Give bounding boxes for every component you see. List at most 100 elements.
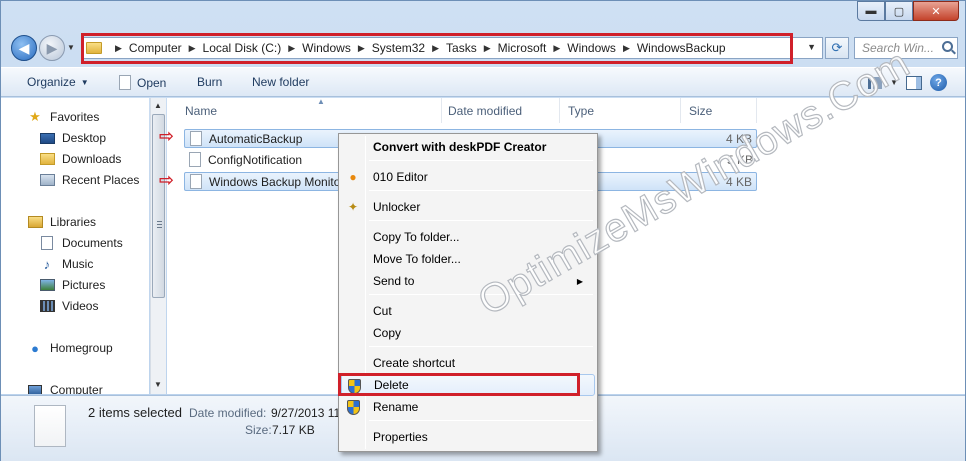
close-button[interactable]: ✕ xyxy=(913,1,959,21)
menu-label: Create shortcut xyxy=(373,356,456,370)
maximize-button[interactable]: ▢ xyxy=(885,1,913,21)
homegroup-icon: ● xyxy=(31,340,39,356)
explorer-window: ▬ ▢ ✕ ◀ ▶ ▼ ▶ Computer ▶ Local Disk (C:)… xyxy=(0,0,966,461)
organize-button[interactable]: Organize ▼ xyxy=(27,75,89,89)
menu-item-010-editor[interactable]: ● 010 Editor xyxy=(341,166,595,188)
maximize-icon: ▢ xyxy=(893,5,905,18)
burn-label: Burn xyxy=(197,75,223,89)
menu-label: Move To folder... xyxy=(373,252,461,266)
menu-item-unlocker[interactable]: ✦ Unlocker xyxy=(341,196,595,218)
minimize-button[interactable]: ▬ xyxy=(857,1,885,21)
red-arrow-icon: ⇨ xyxy=(159,170,175,190)
close-icon: ✕ xyxy=(931,5,941,18)
libraries-icon xyxy=(27,215,43,229)
nav-label: Libraries xyxy=(50,215,97,229)
view-controls: ▼ ? xyxy=(868,74,947,91)
navigation-pane: ★ Favorites Desktop Downloads Recent Pla… xyxy=(1,98,149,394)
nav-downloads[interactable]: Downloads xyxy=(39,152,121,166)
column-label: Name xyxy=(185,103,218,118)
menu-separator xyxy=(369,346,593,347)
chevron-down-icon[interactable]: ▼ xyxy=(890,78,898,87)
file-thumbnail-icon xyxy=(34,405,66,447)
nav-recent-places[interactable]: Recent Places xyxy=(39,173,139,187)
file-icon xyxy=(119,75,131,90)
menu-item-send-to[interactable]: Send to ▶ xyxy=(341,270,595,292)
menu-label: Send to xyxy=(373,274,415,288)
star-icon: ★ xyxy=(29,109,41,124)
address-history-dropdown[interactable]: ▼ xyxy=(807,42,816,52)
downloads-folder-icon xyxy=(39,152,55,166)
menu-item-copy[interactable]: Copy xyxy=(341,322,595,344)
file-size: 4 KB xyxy=(725,131,752,146)
view-options-icon[interactable] xyxy=(868,76,883,89)
nav-videos[interactable]: Videos xyxy=(39,299,98,313)
menu-item-cut[interactable]: Cut xyxy=(341,300,595,322)
file-icon xyxy=(189,152,201,167)
menu-item-properties[interactable]: Properties xyxy=(341,426,595,448)
size-value: 7.17 KB xyxy=(272,423,315,437)
file-name: ConfigNotification xyxy=(208,152,303,167)
menu-separator xyxy=(369,294,593,295)
help-icon[interactable]: ? xyxy=(930,74,947,91)
new-folder-button[interactable]: New folder xyxy=(252,75,309,89)
nav-libraries[interactable]: Libraries xyxy=(27,215,96,229)
column-header-type[interactable]: Type xyxy=(560,98,681,123)
column-header-size[interactable]: Size xyxy=(681,98,757,123)
refresh-icon: ⟳ xyxy=(831,40,843,55)
column-header-date[interactable]: Date modified xyxy=(440,98,560,123)
forward-button[interactable]: ▶ xyxy=(39,35,65,61)
wand-icon: ✦ xyxy=(347,200,359,214)
preview-pane-icon[interactable] xyxy=(906,75,922,90)
editor-icon: ● xyxy=(349,170,357,184)
desktop-icon xyxy=(39,131,55,145)
nav-label: Recent Places xyxy=(62,173,140,187)
grip-icon xyxy=(157,221,162,228)
recent-places-icon xyxy=(39,173,55,187)
nav-label: Favorites xyxy=(50,110,100,124)
nav-documents[interactable]: Documents xyxy=(39,236,123,250)
nav-favorites[interactable]: ★ Favorites xyxy=(27,109,100,124)
menu-item-convert-pdf[interactable]: Convert with deskPDF Creator xyxy=(341,136,595,158)
date-modified-value: 9/27/2013 11 xyxy=(271,406,341,420)
red-arrow-icon: ⇨ xyxy=(159,126,175,146)
file-name: Windows Backup Monitor xyxy=(209,174,345,189)
menu-label: Unlocker xyxy=(373,200,421,214)
chevron-down-icon: ▼ xyxy=(80,77,89,87)
recent-pages-dropdown[interactable]: ▼ xyxy=(67,43,75,52)
column-label: Type xyxy=(568,103,595,118)
scroll-down-icon[interactable]: ▼ xyxy=(154,380,162,389)
menu-item-create-shortcut[interactable]: Create shortcut xyxy=(341,352,595,374)
menu-item-copy-to-folder[interactable]: Copy To folder... xyxy=(341,226,595,248)
column-header-name[interactable]: Name ▲ xyxy=(177,97,442,123)
menu-item-rename[interactable]: Rename xyxy=(341,396,595,418)
shield-icon xyxy=(345,399,361,415)
back-button[interactable]: ◀ xyxy=(11,35,37,61)
menu-item-move-to-folder[interactable]: Move To folder... xyxy=(341,248,595,270)
organize-label: Organize xyxy=(27,75,76,89)
submenu-arrow-icon: ▶ xyxy=(576,276,583,286)
menu-separator xyxy=(369,220,593,221)
nav-music[interactable]: ♪ Music xyxy=(39,257,94,272)
context-menu: Convert with deskPDF Creator ● 010 Edito… xyxy=(338,133,598,452)
scroll-up-icon[interactable]: ▲ xyxy=(154,101,162,110)
menu-label: Cut xyxy=(373,304,392,318)
search-icon xyxy=(942,41,953,52)
search-placeholder: Search Win... xyxy=(862,41,934,55)
pictures-icon xyxy=(39,278,55,292)
file-size: 4 KB xyxy=(725,174,752,189)
nav-homegroup[interactable]: ● Homegroup xyxy=(27,340,113,356)
menu-label: Copy xyxy=(373,326,402,340)
nav-computer[interactable]: Computer xyxy=(27,383,103,394)
open-label: Open xyxy=(137,75,167,90)
nav-pictures[interactable]: Pictures xyxy=(39,278,105,292)
new-folder-label: New folder xyxy=(252,75,310,89)
search-input[interactable]: Search Win... xyxy=(854,37,958,59)
open-button[interactable]: Open xyxy=(119,75,166,90)
burn-button[interactable]: Burn xyxy=(197,75,222,89)
file-icon xyxy=(190,174,202,189)
refresh-button[interactable]: ⟳ xyxy=(825,37,849,59)
date-modified-label: Date modified: xyxy=(189,406,267,420)
computer-icon xyxy=(27,383,43,394)
nav-desktop[interactable]: Desktop xyxy=(39,131,106,145)
menu-label: Properties xyxy=(373,430,428,444)
